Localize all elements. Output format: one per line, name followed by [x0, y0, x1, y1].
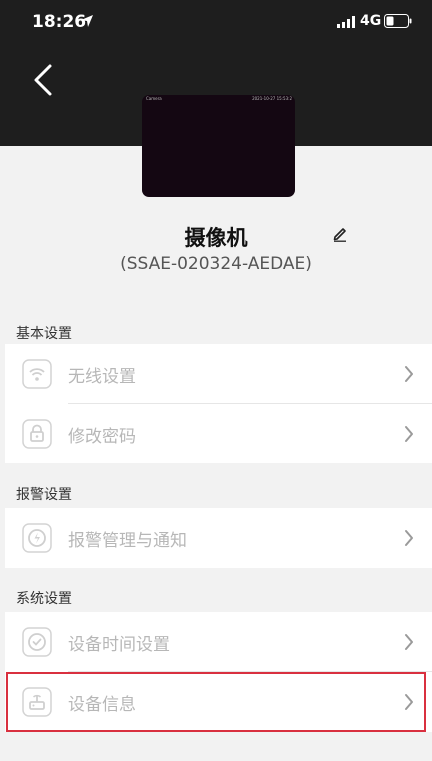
battery-icon	[384, 14, 412, 28]
signal-icon	[337, 16, 355, 28]
status-bar: 18:26 4G	[0, 0, 432, 44]
wireless-settings-label: 无线设置	[68, 367, 136, 387]
alarm-management-item[interactable]: 报警管理与通知	[5, 508, 432, 568]
device-time-settings-label: 设备时间设置	[68, 635, 170, 655]
section-title-system: 系统设置	[16, 591, 72, 607]
status-time: 18:26	[32, 12, 87, 32]
section-title-alarm: 报警设置	[16, 487, 72, 503]
section-title-basic: 基本设置	[16, 326, 72, 342]
chevron-right-icon	[405, 530, 413, 546]
alarm-icon	[22, 523, 52, 553]
highlight-box	[6, 672, 426, 732]
device-id: (SSAE-020324-AEDAE)	[120, 254, 312, 274]
chevron-right-icon	[405, 426, 413, 442]
wifi-icon	[22, 359, 52, 389]
network-type: 4G	[360, 13, 382, 29]
change-password-label: 修改密码	[68, 427, 136, 447]
preview-timestamp: 2021-10-27 15:53:2	[252, 96, 292, 101]
chevron-right-icon	[405, 366, 413, 382]
chevron-right-icon	[405, 634, 413, 650]
lock-icon	[22, 419, 52, 449]
location-arrow-icon	[81, 15, 93, 27]
back-button[interactable]	[28, 62, 60, 98]
alarm-management-label: 报警管理与通知	[68, 531, 187, 551]
preview-label: Camera	[146, 96, 162, 101]
device-time-settings-item[interactable]: 设备时间设置	[5, 612, 432, 672]
edit-icon[interactable]	[332, 226, 348, 242]
device-name: 摄像机	[184, 226, 248, 250]
alarm-settings-group: 报警管理与通知	[5, 508, 432, 568]
camera-preview[interactable]: Camera 2021-10-27 15:53:2	[142, 95, 295, 197]
change-password-item[interactable]: 修改密码	[5, 404, 432, 464]
clock-icon	[22, 627, 52, 657]
basic-settings-group: 无线设置 修改密码	[5, 344, 432, 463]
wireless-settings-item[interactable]: 无线设置	[5, 344, 432, 404]
